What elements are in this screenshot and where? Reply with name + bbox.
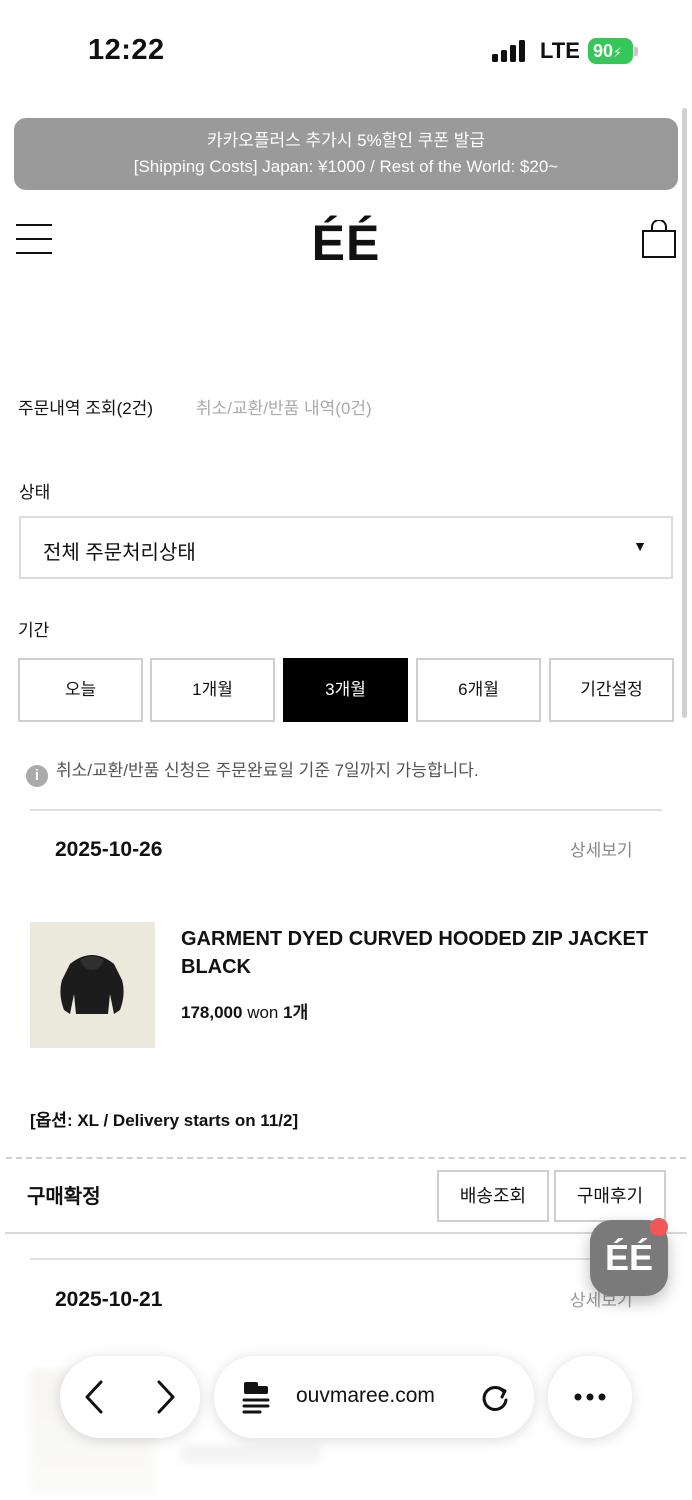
period-today-button[interactable]: 오늘 <box>18 658 143 722</box>
order-status-row: 구매확정 배송조회 구매후기 <box>5 1158 687 1234</box>
dropdown-caret-icon: ▼ <box>633 538 647 554</box>
period-custom-button[interactable]: 기간설정 <box>549 658 674 722</box>
period-3months-button[interactable]: 3개월 <box>283 658 408 722</box>
order-date: 2025-10-26 <box>55 838 163 861</box>
notice: i 취소/교환/반품 신청은 주문완료일 기준 7일까지 가능합니다. <box>26 756 479 787</box>
period-6months-button[interactable]: 6개월 <box>416 658 541 722</box>
network-type: LTE <box>540 38 580 63</box>
site-header: ÉÉ <box>0 200 692 280</box>
battery-icon: 90⚡ <box>588 38 638 64</box>
period-label: 기간 <box>18 621 50 640</box>
address-bar[interactable]: ouvmaree.com <box>214 1356 534 1438</box>
status-label: 상태 <box>19 483 51 502</box>
order-date: 2025-10-21 <box>55 1288 163 1311</box>
battery-level: 90 <box>593 41 614 61</box>
tab-cancel-history[interactable]: 취소/교환/반품 내역(0건) <box>196 394 372 419</box>
write-review-button[interactable]: 구매후기 <box>554 1170 666 1222</box>
url-text[interactable]: ouvmaree.com <box>296 1384 435 1408</box>
price-currency: won <box>247 1003 279 1022</box>
divider <box>30 809 662 811</box>
order-detail-link[interactable]: 상세보기 <box>570 836 633 861</box>
banner-line-1: 카카오플러스 추가시 5%할인 쿠폰 발급 <box>206 131 486 150</box>
forward-icon[interactable] <box>140 1372 190 1422</box>
info-icon: i <box>26 765 48 787</box>
product-quantity: 1개 <box>283 1003 309 1022</box>
product-image[interactable] <box>30 922 155 1048</box>
signal-icon <box>492 40 528 62</box>
page-menu-icon[interactable] <box>232 1372 282 1422</box>
status-select[interactable]: 전체 주문처리상태 ▼ <box>19 516 673 579</box>
tab-order-history[interactable]: 주문내역 조회(2건) <box>18 394 153 419</box>
shopping-bag-icon[interactable] <box>642 219 676 258</box>
product-name[interactable]: GARMENT DYED CURVED HOODED ZIP JACKET BL… <box>181 925 661 981</box>
price-value: 178,000 <box>181 1003 243 1022</box>
product-option: [옵션: XL / Delivery starts on 11/2] <box>30 1111 299 1130</box>
period-buttons: 오늘 1개월 3개월 6개월 기간설정 <box>18 658 674 722</box>
track-delivery-button[interactable]: 배송조회 <box>437 1170 549 1222</box>
order-status: 구매확정 <box>27 1186 101 1208</box>
reload-icon[interactable] <box>470 1372 520 1422</box>
notice-text: 취소/교환/반품 신청은 주문완료일 기준 7일까지 가능합니다. <box>56 761 479 780</box>
site-logo[interactable]: ÉÉ <box>0 214 692 272</box>
more-button[interactable] <box>548 1356 632 1438</box>
period-1month-button[interactable]: 1개월 <box>150 658 275 722</box>
divider <box>30 1258 662 1260</box>
status-select-value: 전체 주문처리상태 <box>43 542 196 564</box>
product-price: 178,000 won 1개 <box>181 998 308 1023</box>
status-time: 12:22 <box>88 34 165 66</box>
status-bar: 12:22 LTE 90⚡ <box>0 0 692 100</box>
announcement-banner[interactable]: 카카오플러스 추가시 5%할인 쿠폰 발급 [Shipping Costs] J… <box>14 118 678 190</box>
back-icon[interactable] <box>70 1372 120 1422</box>
nav-buttons <box>60 1356 200 1438</box>
more-icon[interactable] <box>565 1372 615 1422</box>
banner-line-2: [Shipping Costs] Japan: ¥1000 / Rest of … <box>133 157 559 176</box>
notification-dot <box>650 1218 668 1236</box>
